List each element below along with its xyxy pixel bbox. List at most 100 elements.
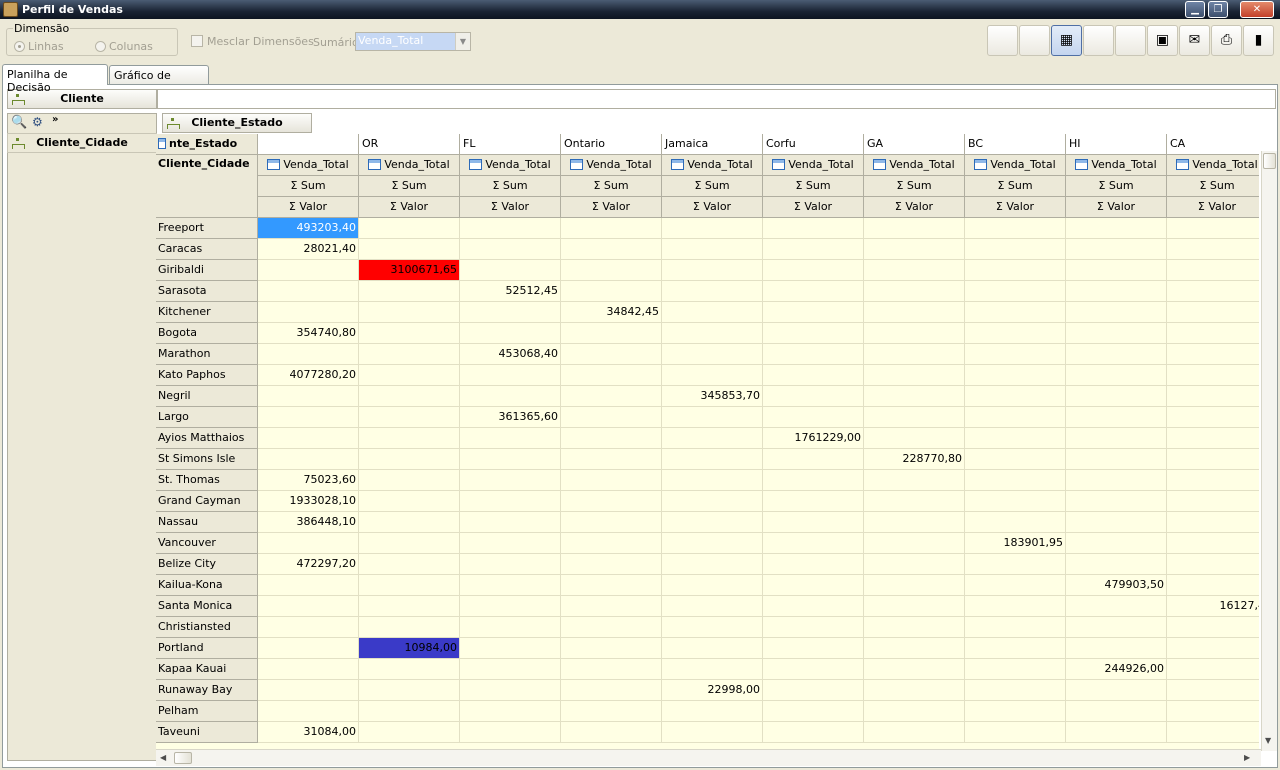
table-cell[interactable]	[763, 596, 864, 617]
table-cell[interactable]	[965, 302, 1066, 323]
column-header-state[interactable]: Jamaica	[662, 134, 763, 155]
column-header-state[interactable]: HI	[1066, 134, 1167, 155]
table-cell[interactable]	[561, 470, 662, 491]
table-cell[interactable]	[864, 281, 965, 302]
chevron-down-icon[interactable]: ▼	[455, 33, 470, 50]
table-cell[interactable]	[561, 218, 662, 239]
email-button[interactable]: ✉	[1179, 25, 1210, 56]
table-cell[interactable]	[864, 470, 965, 491]
row-header-city[interactable]: St Simons Isle	[156, 449, 258, 470]
table-cell[interactable]	[258, 596, 359, 617]
table-cell[interactable]	[1167, 260, 1259, 281]
table-cell[interactable]	[460, 701, 561, 722]
table-cell[interactable]	[460, 722, 561, 743]
table-cell[interactable]	[864, 617, 965, 638]
minimize-button[interactable]: ▁	[1185, 1, 1205, 18]
table-cell[interactable]	[1066, 638, 1167, 659]
row-header-city[interactable]: St. Thomas	[156, 470, 258, 491]
column-header-state[interactable]	[258, 134, 359, 155]
aggregation-header[interactable]: Σ Sum	[763, 176, 864, 197]
table-cell[interactable]	[965, 680, 1066, 701]
table-cell[interactable]	[763, 680, 864, 701]
table-cell[interactable]	[359, 365, 460, 386]
table-cell[interactable]	[1167, 239, 1259, 260]
table-cell[interactable]	[1066, 596, 1167, 617]
table-cell[interactable]	[359, 575, 460, 596]
table-cell[interactable]	[662, 617, 763, 638]
table-cell[interactable]	[662, 722, 763, 743]
table-cell[interactable]	[965, 512, 1066, 533]
table-cell[interactable]	[460, 491, 561, 512]
table-cell[interactable]	[359, 533, 460, 554]
table-cell[interactable]: 345853,70	[662, 386, 763, 407]
column-header-state[interactable]: Corfu	[763, 134, 864, 155]
print-button[interactable]: ⎙	[1211, 25, 1242, 56]
table-cell[interactable]	[763, 323, 864, 344]
table-cell[interactable]	[460, 239, 561, 260]
table-cell[interactable]	[460, 428, 561, 449]
table-cell[interactable]	[864, 680, 965, 701]
table-cell[interactable]	[965, 218, 1066, 239]
table-cell[interactable]	[460, 617, 561, 638]
columns-radio[interactable]: Colunas	[95, 40, 153, 53]
table-cell[interactable]	[460, 218, 561, 239]
table-cell[interactable]: 4077280,20	[258, 365, 359, 386]
table-cell[interactable]	[864, 323, 965, 344]
table-cell[interactable]	[359, 281, 460, 302]
table-cell[interactable]	[965, 260, 1066, 281]
table-cell[interactable]	[1167, 302, 1259, 323]
table-cell[interactable]	[763, 386, 864, 407]
table-cell[interactable]	[864, 491, 965, 512]
table-cell[interactable]	[359, 323, 460, 344]
table-cell[interactable]	[561, 365, 662, 386]
value-header[interactable]: Σ Valor	[662, 197, 763, 218]
table-cell[interactable]	[460, 386, 561, 407]
measure-header[interactable]: Venda_Total	[258, 155, 359, 176]
table-cell[interactable]	[1167, 449, 1259, 470]
table-cell[interactable]	[359, 701, 460, 722]
table-cell[interactable]	[1066, 302, 1167, 323]
table-cell[interactable]	[864, 512, 965, 533]
value-header[interactable]: Σ Valor	[1066, 197, 1167, 218]
table-cell[interactable]	[662, 281, 763, 302]
table-cell[interactable]	[1066, 323, 1167, 344]
table-cell[interactable]	[763, 344, 864, 365]
table-cell[interactable]: 10984,00	[359, 638, 460, 659]
aggregation-header[interactable]: Σ Sum	[965, 176, 1066, 197]
scroll-thumb[interactable]	[174, 752, 192, 764]
table-cell[interactable]	[561, 722, 662, 743]
row-header-city[interactable]: Christiansted	[156, 617, 258, 638]
table-cell[interactable]	[864, 722, 965, 743]
table-cell[interactable]	[258, 302, 359, 323]
table-cell[interactable]	[359, 218, 460, 239]
row-header-city[interactable]: Kitchener	[156, 302, 258, 323]
table-cell[interactable]	[1167, 680, 1259, 701]
aggregation-header[interactable]: Σ Sum	[662, 176, 763, 197]
table-cell[interactable]	[1066, 365, 1167, 386]
table-cell[interactable]	[763, 533, 864, 554]
table-cell[interactable]	[763, 302, 864, 323]
aggregation-header[interactable]: Σ Sum	[1066, 176, 1167, 197]
row-header-city[interactable]: Portland	[156, 638, 258, 659]
table-cell[interactable]	[864, 218, 965, 239]
table-cell[interactable]	[662, 302, 763, 323]
table-cell[interactable]	[965, 638, 1066, 659]
table-cell[interactable]	[965, 344, 1066, 365]
table-cell[interactable]	[864, 239, 965, 260]
row-header-city[interactable]: Marathon	[156, 344, 258, 365]
table-cell[interactable]	[258, 428, 359, 449]
table-cell[interactable]	[359, 407, 460, 428]
table-cell[interactable]	[1066, 386, 1167, 407]
table-cell[interactable]	[763, 491, 864, 512]
table-cell[interactable]	[662, 365, 763, 386]
row-header-city[interactable]: Runaway Bay	[156, 680, 258, 701]
table-cell[interactable]	[763, 449, 864, 470]
zoom-icon[interactable]: 🔍	[11, 115, 27, 130]
column-header-state[interactable]: FL	[460, 134, 561, 155]
row-header-city[interactable]: Vancouver	[156, 533, 258, 554]
corner-estado-header[interactable]: nte_Estado	[156, 134, 258, 155]
table-cell[interactable]	[864, 554, 965, 575]
table-cell[interactable]	[1167, 218, 1259, 239]
table-cell[interactable]	[258, 638, 359, 659]
table-cell[interactable]: 354740,80	[258, 323, 359, 344]
